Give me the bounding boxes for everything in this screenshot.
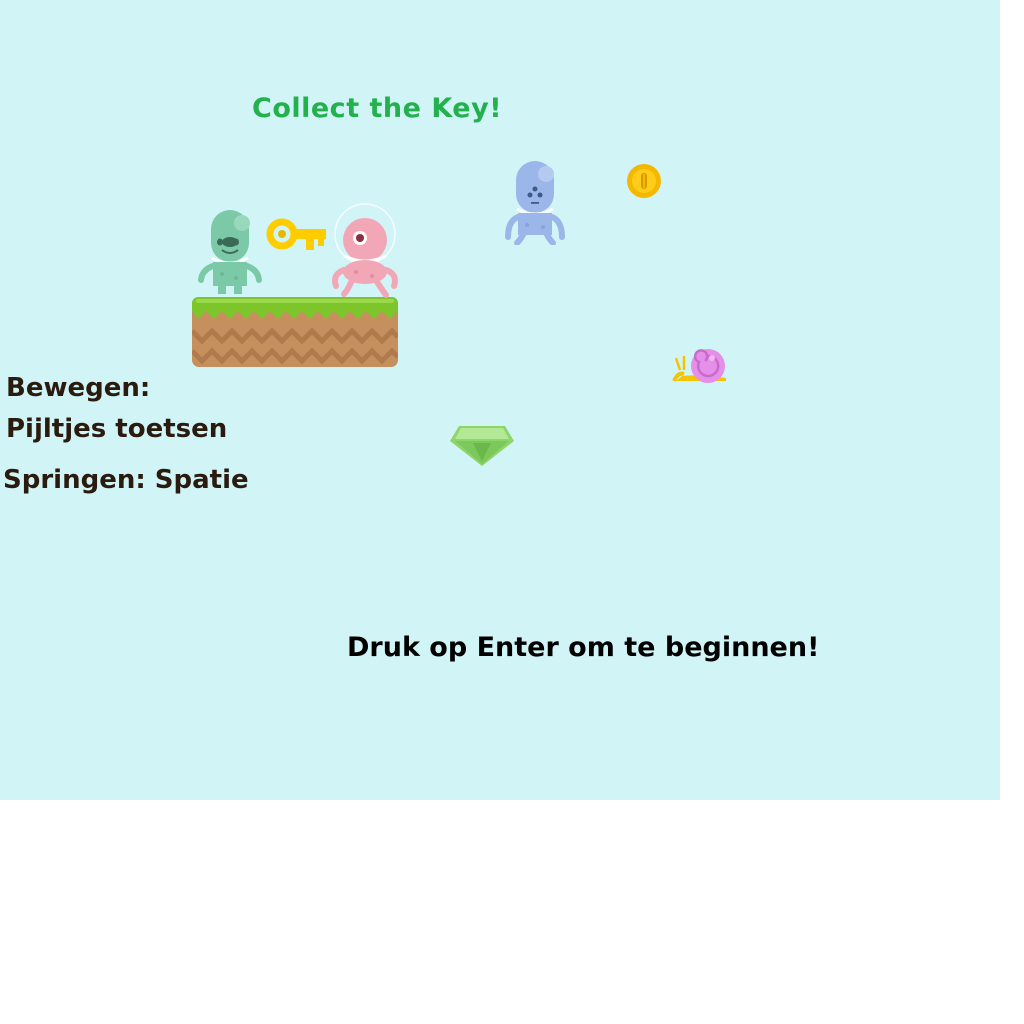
game-title: Collect the Key!	[252, 93, 503, 124]
blue-alien	[505, 161, 565, 245]
controls-jump: Springen: Spatie	[3, 465, 249, 495]
grass-platform	[192, 297, 398, 367]
green-gem	[450, 426, 514, 466]
gold-coin	[627, 164, 661, 198]
controls-move-keys: Pijltjes toetsen	[6, 414, 228, 444]
golden-key	[266, 218, 326, 250]
snail-enemy	[672, 349, 726, 383]
pink-alien	[332, 203, 398, 298]
green-alien-player	[198, 210, 262, 294]
controls-move-label: Bewegen:	[6, 373, 151, 403]
game-canvas[interactable]: Collect the Key! Bewegen: Pijltjes toets…	[0, 0, 1000, 800]
start-prompt: Druk op Enter om te beginnen!	[347, 632, 820, 663]
